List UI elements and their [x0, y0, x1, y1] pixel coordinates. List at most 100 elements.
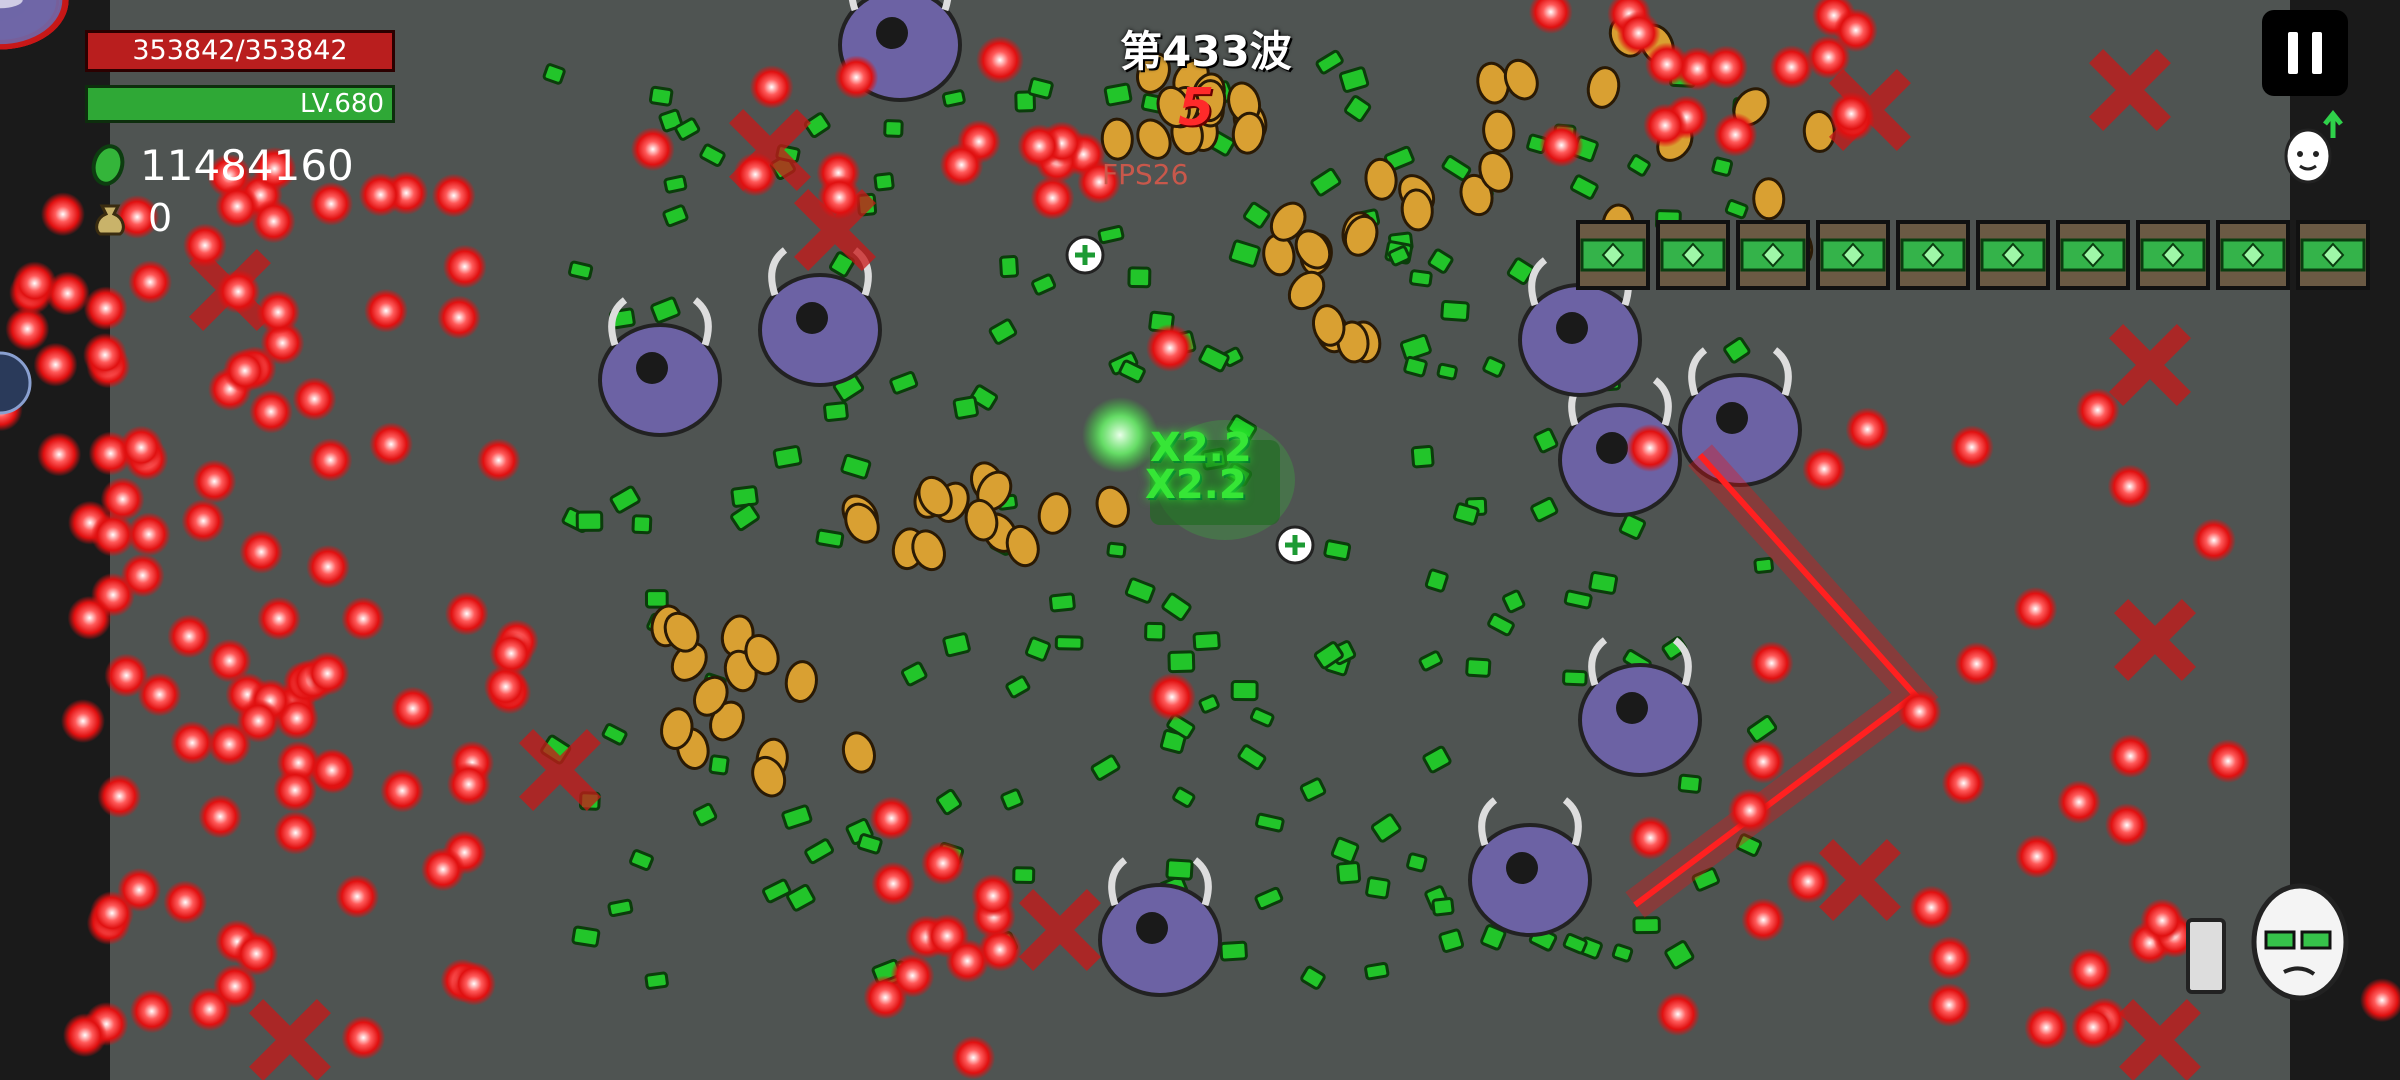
green-gem [1364, 961, 1390, 981]
red-projectile [1927, 936, 1972, 981]
red-projectile [335, 874, 380, 919]
green-gem [1465, 657, 1492, 678]
red-projectile [451, 961, 496, 1006]
upgrade-button[interactable] [2278, 108, 2348, 188]
green-gem [1127, 266, 1152, 289]
green-gem [607, 898, 634, 918]
red-projectile [1146, 324, 1194, 372]
red-projectile [167, 614, 212, 659]
red-projectile [1644, 42, 1689, 87]
red-projectile [1802, 447, 1847, 492]
red-projectile [1741, 739, 1786, 784]
green-gem [883, 119, 904, 138]
red-projectile [234, 931, 279, 976]
health-bar: 353842/353842 [85, 30, 395, 72]
wave-countdown: 5 [1178, 78, 1215, 138]
red-projectile [1655, 992, 1700, 1037]
red-projectile [817, 175, 862, 220]
green-gem [644, 589, 669, 609]
red-projectile [2104, 803, 2149, 848]
red-projectile [83, 332, 128, 377]
red-projectile [170, 720, 215, 765]
coin-amount: 11484160 [140, 140, 354, 190]
red-projectile [62, 1013, 107, 1058]
red-projectile [273, 810, 318, 855]
green-gem [1410, 445, 1435, 469]
green-gem [1440, 300, 1470, 322]
character-portrait[interactable] [2180, 880, 2360, 1020]
green-gem [1588, 571, 1619, 595]
red-projectile [863, 975, 908, 1020]
green-gem [631, 514, 653, 535]
red-projectile [380, 768, 425, 813]
side-menu-button[interactable] [0, 348, 34, 418]
battle-arena[interactable] [0, 0, 2400, 1080]
green-gem [1230, 680, 1259, 702]
green-gem [1103, 82, 1133, 107]
green-gem [1165, 858, 1194, 881]
red-projectile [2024, 1005, 2069, 1050]
enemy-eye [1596, 432, 1628, 464]
green-gem [1144, 621, 1166, 642]
green-gem [952, 395, 979, 420]
green-gem [663, 174, 688, 194]
red-projectile [869, 796, 914, 841]
pause-button[interactable] [2262, 10, 2348, 96]
egg-arrow-icon [2284, 109, 2343, 184]
red-projectile [733, 152, 778, 197]
red-projectile [364, 288, 409, 333]
green-gem [575, 510, 604, 532]
red-projectile [251, 199, 296, 244]
red-projectile [437, 295, 482, 340]
red-projectile [192, 459, 237, 504]
red-projectile [198, 794, 243, 839]
red-projectile [12, 261, 57, 306]
coin-counter: 11484160 [90, 135, 354, 195]
green-gem [568, 260, 594, 281]
red-projectile [442, 244, 487, 289]
red-projectile [871, 861, 916, 906]
red-projectile [37, 432, 82, 477]
green-gem [941, 89, 966, 108]
green-gem [823, 401, 849, 422]
red-projectile [431, 173, 476, 218]
red-projectile [181, 498, 226, 543]
red-projectile [216, 269, 261, 314]
red-projectile [2071, 1005, 2116, 1050]
green-gem [1562, 669, 1588, 687]
red-projectile [1626, 424, 1674, 472]
red-projectile [834, 55, 879, 100]
green-gem [571, 925, 601, 948]
green-gem-icon [91, 144, 125, 186]
green-gem [873, 172, 895, 192]
green-gem [1431, 897, 1455, 917]
green-gem [730, 485, 759, 508]
game-screen[interactable]: X2.2 X2.2 353842/353842 LV.680 11484160 … [0, 0, 2400, 1080]
red-projectile [120, 553, 165, 598]
red-projectile [1017, 124, 1062, 169]
red-projectile [305, 651, 350, 696]
red-projectile [83, 286, 128, 331]
red-projectile [369, 422, 414, 467]
red-projectile [1727, 788, 1772, 833]
red-projectile [1539, 123, 1584, 168]
red-projectile [341, 1015, 386, 1060]
red-projectile [1741, 897, 1786, 942]
bag-amount: 0 [148, 196, 173, 240]
red-projectile [939, 142, 984, 187]
potato-drop [1100, 117, 1134, 161]
green-gem [1611, 943, 1634, 963]
damage-multiplier: X2.2 [1145, 462, 1247, 508]
red-projectile [2140, 898, 2185, 943]
green-gem [1027, 77, 1054, 100]
green-gem [1012, 866, 1036, 885]
green-gem [1677, 773, 1702, 794]
red-projectile [97, 774, 142, 819]
green-gem [942, 632, 971, 658]
health-text: 353842/353842 [132, 35, 348, 66]
fps-counter: FPS26 [1102, 158, 1189, 191]
red-projectile [1786, 859, 1831, 904]
enemy-eye [796, 302, 828, 334]
enemy-eye [636, 352, 668, 384]
red-projectile [1833, 8, 1878, 53]
